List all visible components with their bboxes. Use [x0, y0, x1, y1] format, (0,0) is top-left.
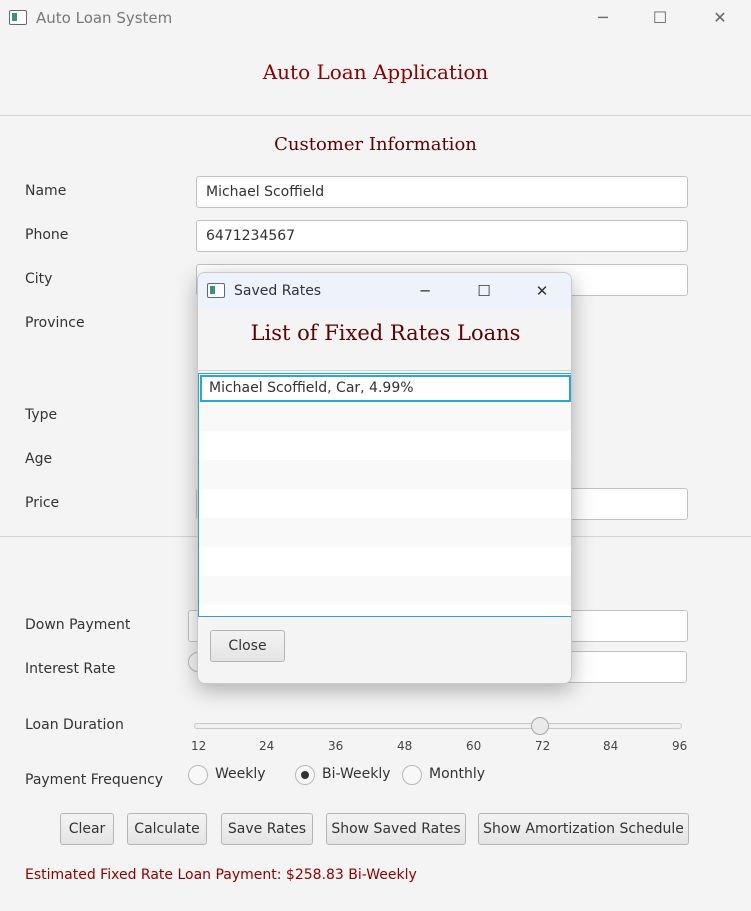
price-label: Price: [25, 495, 60, 511]
list-item[interactable]: Michael Scoffield, Car, 4.99%: [200, 375, 571, 402]
slider-tick-label: 12: [191, 739, 207, 753]
name-label: Name: [25, 183, 67, 199]
payment-frequency-label: Payment Frequency: [25, 772, 164, 788]
slider-tick-label: 24: [259, 739, 275, 753]
dialog-titlebar: Saved Rates ─ ☐ ✕: [198, 273, 571, 309]
type-label: Type: [25, 407, 58, 423]
dialog-close-action-button[interactable]: Close: [210, 630, 285, 662]
slider-tick-label: 96: [672, 739, 688, 753]
list-row-empty: [199, 576, 571, 605]
clear-button[interactable]: Clear: [60, 813, 114, 845]
slider-tick-label: 72: [535, 739, 551, 753]
close-window-button[interactable]: ✕: [697, 0, 743, 36]
list-row-empty: [199, 402, 571, 431]
phone-label: Phone: [25, 227, 69, 243]
window-titlebar: Auto Loan System ─ ☐ ✕: [0, 0, 751, 36]
list-row-empty: [199, 431, 571, 460]
calculate-button[interactable]: Calculate: [127, 813, 207, 845]
loan-duration-slider-thumb[interactable]: [531, 717, 549, 735]
maximize-button[interactable]: ☐: [637, 0, 683, 36]
dialog-close-button[interactable]: ✕: [519, 273, 565, 309]
show-saved-rates-button[interactable]: Show Saved Rates: [326, 813, 466, 845]
save-rates-button[interactable]: Save Rates: [221, 813, 313, 845]
weekly-radio-label[interactable]: Weekly: [215, 766, 266, 782]
loan-duration-slider-track[interactable]: [194, 723, 682, 729]
slider-tick-label: 60: [466, 739, 482, 753]
slider-tick-label: 48: [397, 739, 413, 753]
minimize-button[interactable]: ─: [580, 0, 626, 36]
weekly-radio[interactable]: [188, 765, 208, 785]
dialog-maximize-button[interactable]: ☐: [461, 273, 507, 309]
interest-rate-field[interactable]: [560, 651, 687, 683]
monthly-radio-label[interactable]: Monthly: [429, 766, 485, 782]
saved-rates-list[interactable]: Michael Scoffield, Car, 4.99%: [198, 373, 571, 617]
saved-rates-dialog: Saved Rates ─ ☐ ✕ List of Fixed Rates Lo…: [197, 272, 572, 684]
name-field[interactable]: Michael Scoffield: [196, 176, 688, 208]
bi-weekly-radio-label[interactable]: Bi-Weekly: [322, 766, 391, 782]
app-window-icon: [9, 10, 27, 25]
divider: [198, 370, 571, 371]
dialog-heading: List of Fixed Rates Loans: [250, 321, 521, 345]
list-row-empty: [199, 489, 571, 518]
bi-weekly-radio[interactable]: [295, 765, 315, 785]
slider-tick-label: 84: [603, 739, 619, 753]
divider: [0, 115, 751, 116]
slider-tick-label: 36: [328, 739, 344, 753]
list-row-empty: [199, 547, 571, 576]
monthly-radio[interactable]: [402, 765, 422, 785]
customer-section-heading: Customer Information: [274, 134, 477, 155]
dialog-title: Saved Rates: [234, 283, 322, 299]
list-row-empty: [199, 518, 571, 547]
province-label: Province: [25, 315, 85, 331]
estimated-payment-text: Estimated Fixed Rate Loan Payment: $258.…: [25, 867, 417, 883]
phone-field[interactable]: 6471234567: [196, 220, 688, 252]
down-payment-label: Down Payment: [25, 617, 131, 633]
dialog-minimize-button[interactable]: ─: [402, 273, 448, 309]
app-heading: Auto Loan Application: [262, 60, 489, 84]
loan-duration-label: Loan Duration: [25, 717, 124, 733]
interest-rate-label: Interest Rate: [25, 661, 116, 677]
dialog-window-icon: [207, 283, 225, 298]
age-label: Age: [25, 451, 53, 467]
show-amortization-schedule-button[interactable]: Show Amortization Schedule: [478, 813, 689, 845]
list-row-empty: [199, 460, 571, 489]
city-label: City: [25, 271, 53, 287]
window-title: Auto Loan System: [36, 9, 173, 27]
